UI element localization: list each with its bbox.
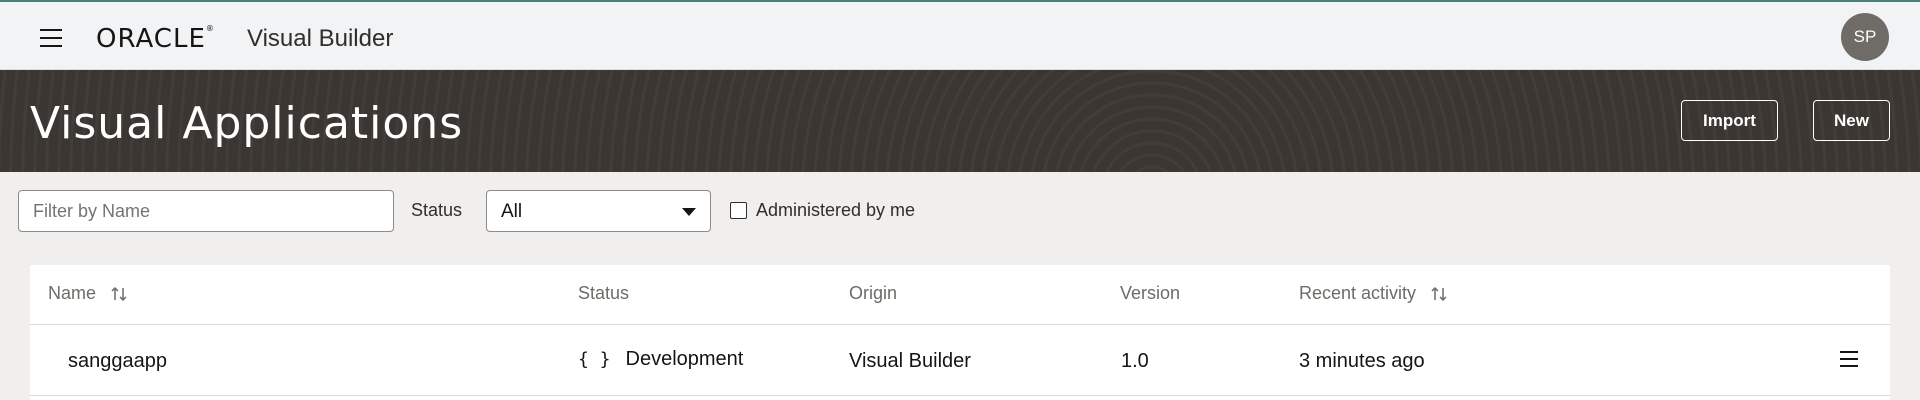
column-header-status: Status [578, 283, 630, 303]
column-header-origin: Origin [849, 283, 898, 303]
development-braces-icon: { } [578, 349, 611, 370]
hamburger-menu-icon[interactable] [37, 26, 65, 50]
import-button[interactable]: Import [1681, 100, 1778, 141]
app-status-label: Development [625, 348, 744, 370]
row-actions-menu-icon[interactable] [1840, 351, 1858, 367]
filter-toolbar: Status All Administered by me [0, 172, 1920, 250]
app-status: { } Development [578, 348, 743, 371]
sort-name-icon[interactable] [110, 285, 128, 303]
user-avatar[interactable]: SP [1841, 13, 1889, 61]
status-select-value: All [501, 201, 523, 222]
top-navigation-bar: ORACLE® Visual Builder SP [0, 0, 1920, 70]
table-row[interactable]: sanggaapp { } Development Visual Builder… [30, 325, 1890, 396]
page-title: Visual Applications [30, 98, 464, 149]
app-recent-activity: 3 minutes ago [1299, 350, 1425, 372]
column-recent-activity-label: Recent activity [1299, 283, 1417, 303]
app-version: 1.0 [1121, 350, 1149, 372]
new-button[interactable]: New [1813, 100, 1890, 141]
column-header-name: Name [48, 283, 128, 304]
status-select[interactable]: All [486, 190, 711, 232]
product-name: Visual Builder [247, 25, 394, 52]
filter-by-name-input[interactable] [18, 190, 394, 232]
app-name[interactable]: sanggaapp [68, 350, 167, 373]
column-header-recent-activity: Recent activity [1299, 283, 1448, 304]
status-filter-label: Status [411, 200, 463, 220]
administered-by-me-checkbox[interactable] [730, 202, 747, 219]
oracle-logo: ORACLE® [96, 24, 215, 54]
page-banner: Visual Applications Import New [0, 70, 1920, 172]
column-name-label: Name [48, 283, 97, 303]
table-header: Name Status Origin Version Recent activi… [30, 265, 1890, 325]
applications-table: Name Status Origin Version Recent activi… [30, 265, 1890, 400]
app-origin: Visual Builder [849, 350, 971, 372]
column-header-version: Version [1120, 283, 1181, 303]
administered-by-me-toggle[interactable]: Administered by me [730, 200, 915, 221]
administered-by-me-label: Administered by me [756, 200, 916, 220]
sort-recent-activity-icon[interactable] [1430, 285, 1448, 303]
caret-down-icon [682, 208, 696, 216]
